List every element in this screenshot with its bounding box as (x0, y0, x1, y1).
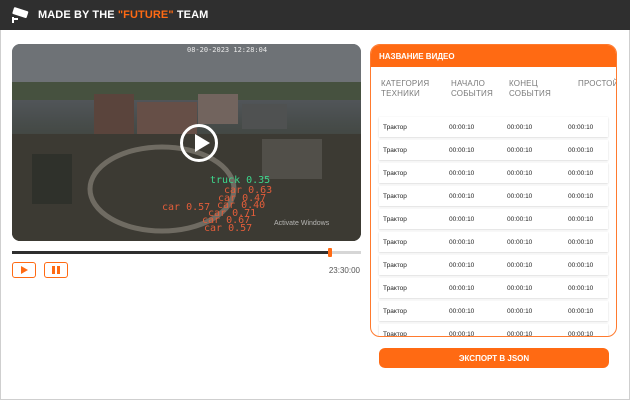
table-cell: 00:00:10 (507, 261, 533, 269)
table-cell: Трактор (383, 146, 407, 154)
table-cell: 00:00:10 (449, 261, 475, 269)
table-cell: Трактор (383, 238, 407, 246)
table-cell: Трактор (383, 123, 407, 131)
table-header: КАТЕГОРИЯ ТЕХНИКИ НАЧАЛО СОБЫТИЯ КОНЕЦ СОБЫ… (371, 67, 616, 117)
table-cell: Трактор (383, 330, 407, 337)
table-cell: 00:00:10 (507, 284, 533, 292)
detection-label: car 0.57 (204, 223, 253, 234)
table-row[interactable]: Трактор 00:00:10 00:00:10 00:00:10 (379, 232, 608, 252)
table-cell: 00:00:10 (449, 215, 475, 223)
table-cell: 00:00:10 (507, 192, 533, 200)
table-cell: 00:00:10 (568, 192, 594, 200)
table-cell: 00:00:10 (568, 215, 594, 223)
table-cell: 00:00:10 (568, 169, 594, 177)
column-header: НАЧАЛО СОБЫТИЯ (451, 79, 493, 98)
video-player[interactable]: 08-20-2023 12:28:04 truck 0.35 car 0.63 … (12, 44, 361, 241)
cctv-camera-icon (12, 7, 29, 23)
table-cell: 00:00:10 (507, 123, 533, 131)
table-row[interactable]: Трактор 00:00:10 00:00:10 00:00:10 (379, 255, 608, 275)
table-row[interactable]: Трактор 00:00:10 00:00:10 00:00:10 (379, 301, 608, 321)
table-cell: Трактор (383, 192, 407, 200)
table-row[interactable]: Трактор 00:00:10 00:00:10 00:00:10 (379, 186, 608, 206)
table-cell: 00:00:10 (568, 146, 594, 154)
brand-title: MADE BY THE "FUTURE" TEAM (38, 9, 209, 21)
table-cell: 00:00:10 (449, 238, 475, 246)
video-timestamp: 08-20-2023 12:28:04 (187, 46, 268, 54)
table-cell: Трактор (383, 284, 407, 292)
table-row[interactable]: Трактор 00:00:10 00:00:10 00:00:10 (379, 278, 608, 298)
table-cell: 00:00:10 (568, 261, 594, 269)
table-cell: Трактор (383, 215, 407, 223)
pause-icon[interactable] (44, 262, 68, 278)
table-cell: 00:00:10 (449, 146, 475, 154)
table-cell: 00:00:10 (449, 123, 475, 131)
table-cell: 00:00:10 (507, 169, 533, 177)
video-duration: 23:30:00 (328, 266, 360, 275)
table-cell: Трактор (383, 261, 407, 269)
table-cell: 00:00:10 (507, 307, 533, 315)
detection-label: car 0.57 (162, 202, 211, 213)
play-circle-icon[interactable] (180, 124, 218, 162)
app-header: MADE BY THE "FUTURE" TEAM (0, 0, 630, 30)
table-cell: 00:00:10 (449, 284, 475, 292)
table-cell: 00:00:10 (568, 123, 594, 131)
table-cell: 00:00:10 (568, 238, 594, 246)
progress-handle[interactable] (328, 248, 332, 257)
table-cell: 00:00:10 (449, 307, 475, 315)
table-cell: 00:00:10 (507, 146, 533, 154)
table-row[interactable]: Трактор 00:00:10 00:00:10 00:00:10 (379, 324, 608, 337)
table-row[interactable]: Трактор 00:00:10 00:00:10 00:00:10 (379, 117, 608, 137)
table-body: Трактор 00:00:10 00:00:10 00:00:10 Трактор 00… (371, 117, 616, 337)
events-panel: НАЗВАНИЕ ВИДЕО КАТЕГОРИЯ ТЕХНИКИ НАЧАЛО СО… (370, 44, 617, 337)
export-json-button[interactable]: ЭКСПОРТ В JSON (379, 348, 609, 368)
table-cell: Трактор (383, 307, 407, 315)
table-cell: 00:00:10 (568, 330, 594, 337)
video-title: НАЗВАНИЕ ВИДЕО (371, 45, 616, 67)
table-cell: 00:00:10 (449, 169, 475, 177)
table-row[interactable]: Трактор 00:00:10 00:00:10 00:00:10 (379, 163, 608, 183)
column-header: ПРОСТОЙ (578, 79, 617, 88)
progress-fill (12, 251, 330, 254)
table-cell: 00:00:10 (507, 215, 533, 223)
table-cell: Трактор (383, 169, 407, 177)
table-cell: 00:00:10 (568, 284, 594, 292)
table-cell: 00:00:10 (449, 192, 475, 200)
table-cell: 00:00:10 (507, 330, 533, 337)
column-header: КОНЕЦ СОБЫТИЯ (509, 79, 551, 98)
table-cell: 00:00:10 (449, 330, 475, 337)
play-icon[interactable] (12, 262, 36, 278)
table-cell: 00:00:10 (507, 238, 533, 246)
table-cell: 00:00:10 (568, 307, 594, 315)
column-header: КАТЕГОРИЯ ТЕХНИКИ (381, 79, 430, 98)
table-row[interactable]: Трактор 00:00:10 00:00:10 00:00:10 (379, 209, 608, 229)
table-row[interactable]: Трактор 00:00:10 00:00:10 00:00:10 (379, 140, 608, 160)
watermark-text: Activate Windows (274, 220, 330, 227)
